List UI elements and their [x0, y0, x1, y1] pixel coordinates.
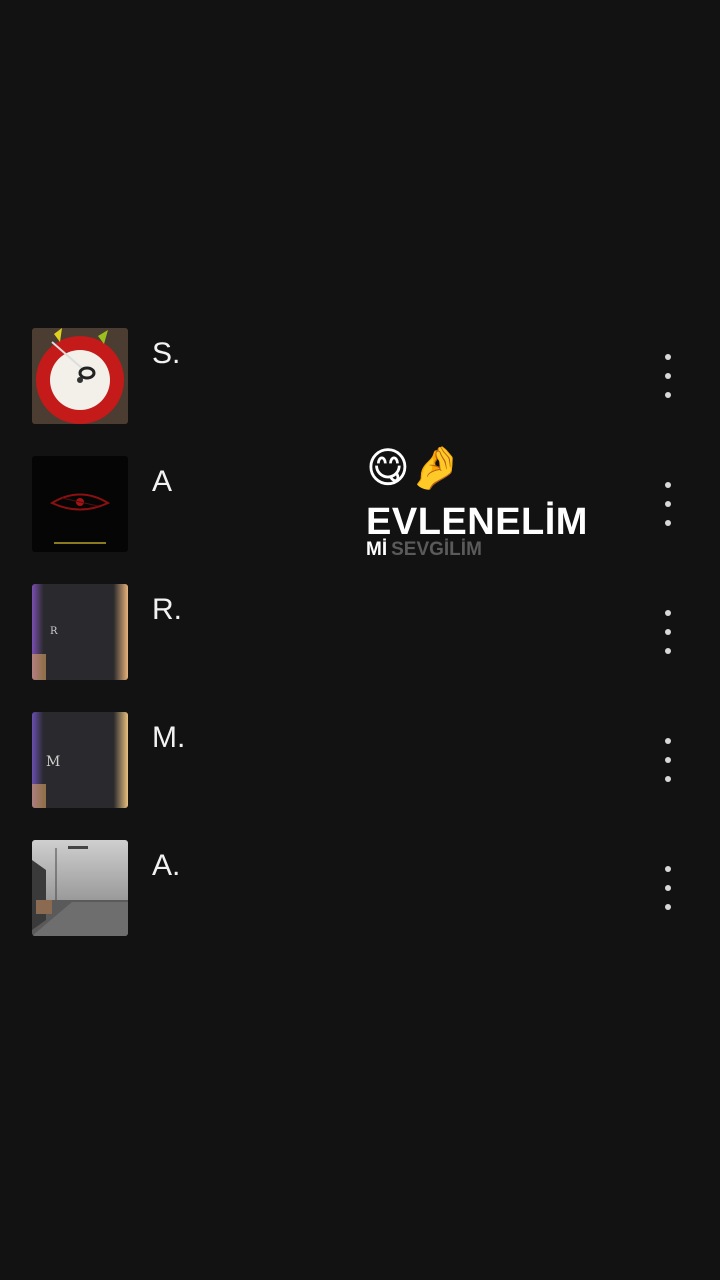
more-options-icon[interactable] [648, 738, 688, 782]
overlay-headline: EVLENELİM [366, 501, 588, 543]
svg-text:R: R [50, 626, 58, 637]
more-options-icon[interactable] [648, 482, 688, 526]
track-title: R. [152, 593, 182, 626]
album-art-dark-eye [32, 456, 128, 552]
more-options-icon[interactable] [648, 610, 688, 654]
album-art-light-leak-m: M [32, 712, 128, 808]
track-row[interactable]: R R. [0, 584, 720, 712]
emoji-sticker: 😋🤌 [366, 443, 463, 492]
track-list: S. A R R. M M. A. [0, 328, 720, 968]
track-row[interactable]: S. [0, 328, 720, 456]
track-title: A. [152, 849, 181, 882]
album-art-street-photo [32, 840, 128, 936]
track-title: A [152, 465, 173, 498]
album-art-red-vinyl [32, 328, 128, 424]
more-options-icon[interactable] [648, 866, 688, 910]
overlay-subtitle: Mİ SEVGİLİM [366, 540, 626, 560]
track-row[interactable]: M M. [0, 712, 720, 840]
overlay-subtitle-word2: SEVGİLİM [391, 539, 482, 560]
more-options-icon[interactable] [648, 354, 688, 398]
svg-text:M: M [46, 754, 60, 770]
text-overlay: 😋🤌 EVLENELİM Mİ SEVGİLİM [366, 440, 626, 560]
track-title: S. [152, 337, 181, 370]
track-row[interactable]: A. [0, 840, 720, 968]
track-title: M. [152, 721, 186, 754]
overlay-subtitle-word1: Mİ [366, 539, 388, 560]
album-art-light-leak-r: R [32, 584, 128, 680]
